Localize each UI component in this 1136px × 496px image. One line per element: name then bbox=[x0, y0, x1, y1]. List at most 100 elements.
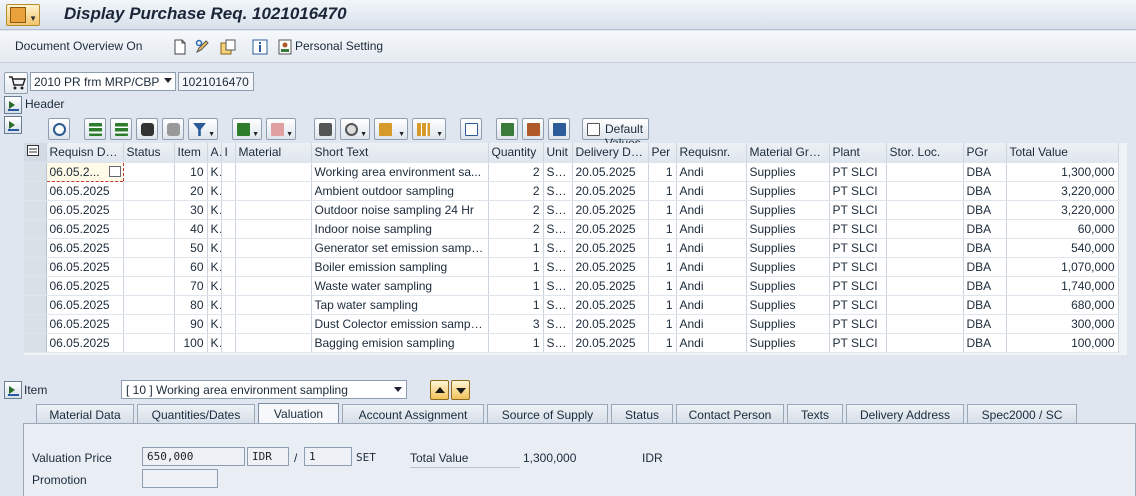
table-cell[interactable]: 06.05.2025 bbox=[46, 238, 124, 258]
table-cell[interactable]: Ambient outdoor sampling bbox=[311, 181, 489, 201]
table-cell[interactable]: 3 bbox=[488, 314, 544, 334]
tab-quantities-dates[interactable]: Quantities/Dates bbox=[137, 404, 255, 424]
table-cell[interactable]: 06.05.2025 bbox=[46, 333, 124, 353]
table-cell[interactable]: 20.05.2025 bbox=[572, 181, 649, 201]
filter-button[interactable]: ▼ bbox=[188, 118, 218, 140]
sort-descending-button[interactable] bbox=[110, 118, 132, 140]
table-cell[interactable] bbox=[886, 333, 964, 353]
table-cell[interactable]: Andi bbox=[676, 295, 747, 315]
row-selector[interactable] bbox=[24, 181, 47, 201]
system-menu-button[interactable]: ▼ bbox=[6, 4, 40, 26]
table-cell[interactable] bbox=[886, 219, 964, 239]
column-header[interactable]: Plant bbox=[829, 143, 887, 163]
next-item-button[interactable] bbox=[451, 380, 470, 400]
tab-texts[interactable]: Texts bbox=[787, 404, 843, 424]
table-cell[interactable]: 1 bbox=[488, 333, 544, 353]
table-cell[interactable] bbox=[123, 295, 175, 315]
table-cell[interactable]: 1 bbox=[488, 276, 544, 296]
table-cell[interactable] bbox=[235, 276, 312, 296]
table-cell[interactable]: DBA bbox=[963, 276, 1007, 296]
table-cell[interactable]: Andi bbox=[676, 314, 747, 334]
table-cell[interactable] bbox=[886, 295, 964, 315]
promotion-field[interactable] bbox=[142, 469, 218, 488]
table-cell[interactable] bbox=[235, 181, 312, 201]
table-row[interactable]: 06.05.2025 80 K Tap water sampling 1 SET 20.05… bbox=[24, 295, 1119, 315]
table-cell[interactable]: 1 bbox=[648, 333, 677, 353]
column-header[interactable]: Requisn Date bbox=[46, 143, 124, 163]
table-cell[interactable]: PT SLCI bbox=[829, 314, 887, 334]
row-selector[interactable] bbox=[24, 314, 47, 334]
tab-account-assignment[interactable]: Account Assignment bbox=[342, 404, 484, 424]
default-values-button[interactable]: Default Values bbox=[582, 118, 650, 150]
row-selector[interactable] bbox=[24, 257, 47, 277]
table-cell[interactable] bbox=[123, 200, 175, 220]
table-cell[interactable] bbox=[886, 257, 964, 277]
row-selector[interactable] bbox=[24, 295, 47, 315]
table-cell[interactable]: SET bbox=[543, 276, 573, 296]
table-cell[interactable]: Working area environment sa... bbox=[311, 162, 489, 182]
table-cell[interactable]: K bbox=[207, 295, 222, 315]
hold-button[interactable] bbox=[548, 118, 570, 140]
table-cell[interactable]: 20.05.2025 bbox=[572, 276, 649, 296]
grid-info-button[interactable] bbox=[460, 118, 482, 140]
table-cell[interactable] bbox=[221, 257, 236, 277]
table-cell[interactable]: K bbox=[207, 276, 222, 296]
table-cell[interactable]: SET bbox=[543, 257, 573, 277]
column-header[interactable]: Item bbox=[174, 143, 208, 163]
column-header[interactable]: I bbox=[221, 143, 236, 163]
column-header[interactable]: Requisnr. bbox=[676, 143, 747, 163]
table-cell[interactable]: Supplies bbox=[746, 181, 830, 201]
table-cell[interactable]: K bbox=[207, 238, 222, 258]
table-row[interactable]: 06.05.2025 50 K Generator set emission samp… bbox=[24, 238, 1119, 258]
table-cell[interactable] bbox=[221, 314, 236, 334]
table-cell[interactable]: 20.05.2025 bbox=[572, 219, 649, 239]
table-cell[interactable]: 70 bbox=[174, 276, 208, 296]
table-cell[interactable]: PT SLCI bbox=[829, 238, 887, 258]
row-selector[interactable] bbox=[24, 333, 47, 353]
column-header[interactable]: Unit bbox=[543, 143, 573, 163]
table-cell[interactable]: K bbox=[207, 314, 222, 334]
table-cell[interactable]: Indoor noise sampling bbox=[311, 219, 489, 239]
table-cell[interactable] bbox=[221, 276, 236, 296]
tab-valuation[interactable]: Valuation bbox=[258, 403, 339, 425]
table-cell[interactable]: 680,000 bbox=[1006, 295, 1119, 315]
table-cell[interactable] bbox=[235, 314, 312, 334]
table-cell[interactable] bbox=[235, 200, 312, 220]
column-header[interactable]: Per bbox=[648, 143, 677, 163]
table-cell[interactable]: 06.05.2025 bbox=[46, 314, 124, 334]
row-selector[interactable] bbox=[24, 238, 47, 258]
purchase-requisition-number-field[interactable]: 1021016470 bbox=[178, 72, 254, 91]
table-cell[interactable]: SET bbox=[543, 162, 573, 182]
table-cell[interactable]: 06.05.2025 bbox=[46, 181, 124, 201]
column-header[interactable]: Quantity bbox=[488, 143, 544, 163]
other-document-icon[interactable] bbox=[220, 39, 236, 55]
tab-source-of-supply[interactable]: Source of Supply bbox=[487, 404, 608, 424]
table-cell[interactable]: 90 bbox=[174, 314, 208, 334]
table-cell[interactable]: 60,000 bbox=[1006, 219, 1119, 239]
valuation-price-field[interactable]: 650,000 bbox=[142, 447, 245, 466]
table-cell[interactable] bbox=[221, 295, 236, 315]
table-cell[interactable]: 2 bbox=[488, 200, 544, 220]
table-cell[interactable] bbox=[886, 200, 964, 220]
table-cell[interactable]: 20.05.2025 bbox=[572, 314, 649, 334]
table-cell[interactable]: 60 bbox=[174, 257, 208, 277]
table-cell[interactable]: Supplies bbox=[746, 333, 830, 353]
table-cell[interactable]: 06.05.2025 bbox=[46, 276, 124, 296]
table-cell[interactable]: 06.05.2025 bbox=[46, 200, 124, 220]
column-header[interactable]: Stor. Loc. bbox=[886, 143, 964, 163]
table-cell[interactable] bbox=[123, 219, 175, 239]
change-button[interactable] bbox=[522, 118, 544, 140]
subtotal-button[interactable]: ▼ bbox=[266, 118, 296, 140]
table-cell[interactable] bbox=[221, 162, 236, 182]
table-cell[interactable]: 1 bbox=[648, 295, 677, 315]
header-expand-toggle[interactable] bbox=[4, 96, 22, 114]
table-cell[interactable]: K bbox=[207, 219, 222, 239]
table-cell[interactable]: DBA bbox=[963, 314, 1007, 334]
table-cell[interactable]: 20.05.2025 bbox=[572, 333, 649, 353]
table-cell[interactable]: SET bbox=[543, 238, 573, 258]
table-cell[interactable]: 20.05.2025 bbox=[572, 238, 649, 258]
table-row[interactable]: 06.05.2025 20 K Ambient outdoor sampling 2 SE… bbox=[24, 181, 1119, 201]
table-cell[interactable] bbox=[886, 314, 964, 334]
table-cell[interactable]: Bagging emision sampling bbox=[311, 333, 489, 353]
table-cell[interactable]: SET bbox=[543, 333, 573, 353]
